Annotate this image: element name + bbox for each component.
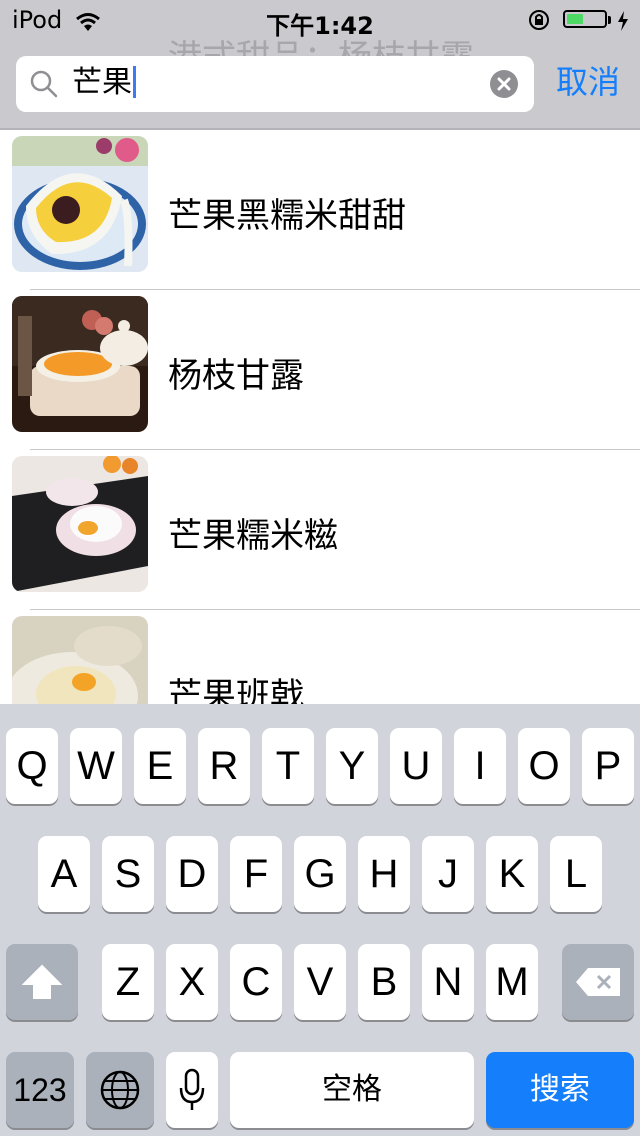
- result-thumbnail: [12, 296, 148, 432]
- key-c[interactable]: C: [230, 944, 282, 1020]
- result-title: 杨枝甘露: [168, 356, 304, 396]
- clear-search-icon[interactable]: [490, 70, 518, 98]
- key-o[interactable]: O: [518, 728, 570, 804]
- key-j[interactable]: J: [422, 836, 474, 912]
- key-x[interactable]: X: [166, 944, 218, 1020]
- search-icon: [30, 70, 58, 102]
- microphone-icon: [179, 1068, 205, 1110]
- key-m[interactable]: M: [486, 944, 538, 1020]
- key-k[interactable]: K: [486, 836, 538, 912]
- key-e[interactable]: E: [134, 728, 186, 804]
- search-query-value: 芒果: [72, 65, 132, 100]
- search-input[interactable]: 芒果: [16, 56, 534, 112]
- search-header: 港式甜品：杨枝甘露 iPod 下午1:42: [0, 0, 640, 130]
- key-g[interactable]: G: [294, 836, 346, 912]
- key-b[interactable]: B: [358, 944, 410, 1020]
- battery-icon: [563, 10, 607, 28]
- result-title: 芒果糯米糍: [168, 516, 338, 556]
- result-thumbnail: [12, 456, 148, 592]
- key-l[interactable]: L: [550, 836, 602, 912]
- globe-icon: [100, 1070, 140, 1110]
- key-t[interactable]: T: [262, 728, 314, 804]
- key-u[interactable]: U: [390, 728, 442, 804]
- key-p[interactable]: P: [582, 728, 634, 804]
- cancel-button[interactable]: 取消: [556, 60, 620, 104]
- result-title: 芒果班戟: [168, 676, 304, 704]
- key-r[interactable]: R: [198, 728, 250, 804]
- result-row[interactable]: 杨枝甘露: [0, 290, 640, 450]
- shift-key[interactable]: [6, 944, 78, 1020]
- key-v[interactable]: V: [294, 944, 346, 1020]
- dictation-key[interactable]: [166, 1052, 218, 1128]
- orientation-lock-icon: [528, 9, 550, 37]
- search-key[interactable]: 搜索: [486, 1052, 634, 1128]
- key-y[interactable]: Y: [326, 728, 378, 804]
- delete-key[interactable]: [562, 944, 634, 1020]
- status-bar: iPod 下午1:42: [0, 0, 640, 40]
- key-a[interactable]: A: [38, 836, 90, 912]
- result-title: 芒果黑糯米甜甜: [168, 196, 406, 236]
- search-query-text: 芒果: [72, 65, 136, 101]
- key-h[interactable]: H: [358, 836, 410, 912]
- key-s[interactable]: S: [102, 836, 154, 912]
- result-thumbnail: [12, 136, 148, 272]
- key-n[interactable]: N: [422, 944, 474, 1020]
- key-w[interactable]: W: [70, 728, 122, 804]
- globe-key[interactable]: [86, 1052, 154, 1128]
- key-f[interactable]: F: [230, 836, 282, 912]
- result-row[interactable]: 芒果黑糯米甜甜: [0, 130, 640, 290]
- result-thumbnail: [12, 616, 148, 704]
- shift-icon: [21, 964, 63, 999]
- key-d[interactable]: D: [166, 836, 218, 912]
- battery-tip: [608, 16, 611, 24]
- search-results-list: 芒果黑糯米甜甜 杨枝甘露 芒果糯米糍 芒果班戟: [0, 130, 640, 704]
- backspace-icon: [576, 968, 620, 996]
- keyboard: QWERTYUIOP ASDFGHJKL ZXCVBNM 123 空格 搜索: [0, 704, 640, 1136]
- numbers-key[interactable]: 123: [6, 1052, 74, 1128]
- key-z[interactable]: Z: [102, 944, 154, 1020]
- battery-level: [567, 14, 583, 24]
- key-q[interactable]: Q: [6, 728, 58, 804]
- text-cursor: [133, 66, 136, 98]
- space-key[interactable]: 空格: [230, 1052, 474, 1128]
- result-row[interactable]: 芒果班戟: [0, 610, 640, 704]
- charging-icon: [617, 9, 629, 37]
- result-row[interactable]: 芒果糯米糍: [0, 450, 640, 610]
- key-i[interactable]: I: [454, 728, 506, 804]
